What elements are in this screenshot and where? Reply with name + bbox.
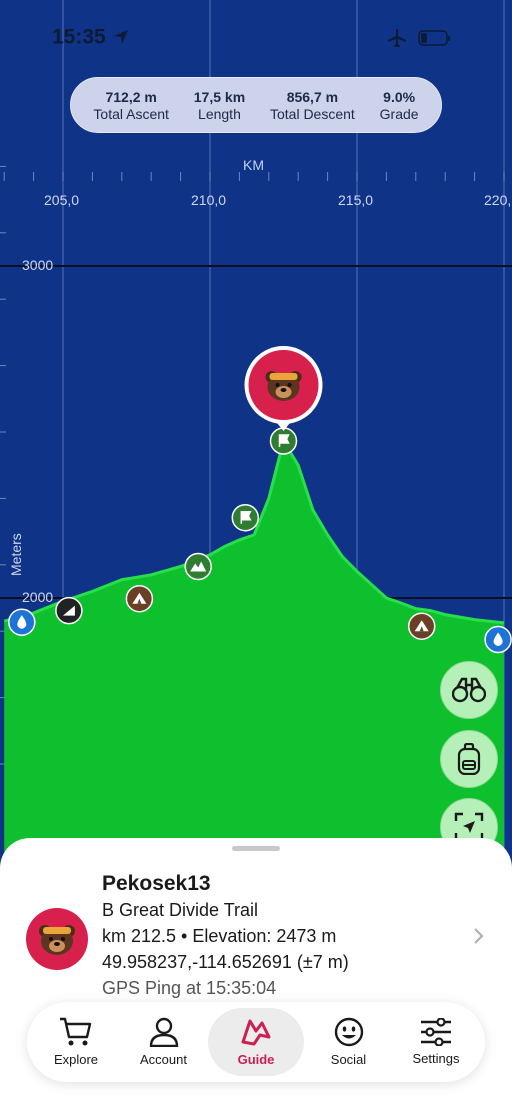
cart-icon <box>60 1017 92 1046</box>
x-axis-title: KM <box>243 157 264 173</box>
waypoint-mountain-marker[interactable] <box>184 552 212 581</box>
binoculars-button[interactable] <box>440 661 498 719</box>
gps-coordinates: 49.958237,-114.652691 (±7 m) <box>102 952 349 972</box>
waypoint-water-marker[interactable] <box>8 608 36 636</box>
sheet-drag-handle[interactable] <box>232 846 280 851</box>
waypoint-campsite-marker[interactable] <box>125 584 154 613</box>
chevron-right-icon[interactable] <box>472 926 486 946</box>
location-arrow-icon <box>113 30 128 45</box>
waypoint-flag-marker[interactable] <box>231 503 260 532</box>
hiker-name: Pekosek13 <box>102 872 211 895</box>
smiley-icon <box>334 1017 363 1047</box>
binoculars-icon <box>452 677 486 703</box>
km-elevation: km 212.5 • Elevation: 2473 m <box>102 926 337 946</box>
person-icon <box>149 1017 178 1047</box>
tab-bar: Explore Account Guide Social Settings <box>27 1002 485 1082</box>
backpack-button[interactable] <box>440 730 498 788</box>
backpack-icon <box>457 743 481 775</box>
hiker-position-marker[interactable] <box>244 346 323 431</box>
status-icons <box>386 28 452 53</box>
waypoint-water-marker[interactable] <box>484 625 512 654</box>
waypoint-flag-marker[interactable] <box>269 427 298 455</box>
x-tick-label: 210,0 <box>191 192 227 208</box>
tab-social[interactable]: Social <box>306 1008 392 1076</box>
hiker-info: Pekosek13 B Great Divide Trail km 212.5 … <box>102 872 349 1003</box>
x-tick-label: 205,0 <box>44 192 80 208</box>
tab-explore[interactable]: Explore <box>33 1008 119 1076</box>
stat-total-ascent: 712,2 m Total Ascent <box>93 88 169 122</box>
tab-settings[interactable]: Settings <box>393 1008 479 1076</box>
stat-total-descent: 856,7 m Total Descent <box>269 88 355 122</box>
hiker-bottom-sheet[interactable]: Pekosek13 B Great Divide Trail km 212.5 … <box>0 838 512 1110</box>
y-axis-title: Meters <box>8 533 24 576</box>
y-tick-label: 2000 <box>22 589 54 605</box>
status-time: 15:35 <box>52 25 130 49</box>
route-stats-pill: 712,2 m Total Ascent 17,5 km Length 856,7 … <box>70 77 442 133</box>
x-tick-label: 220, <box>484 192 512 208</box>
waypoint-campsite-marker[interactable] <box>407 612 436 640</box>
sliders-icon <box>421 1018 451 1046</box>
airplane-icon <box>388 29 406 47</box>
battery-icon <box>418 30 450 46</box>
tab-account[interactable]: Account <box>121 1008 207 1076</box>
gps-ping-time: GPS Ping at 15:35:04 <box>102 978 277 998</box>
bear-icon <box>39 925 75 955</box>
stat-length: 17,5 km Length <box>193 88 246 122</box>
tab-guide[interactable]: Guide <box>208 1008 304 1076</box>
waypoint-trailhead-marker[interactable] <box>55 596 83 625</box>
x-tick-label: 215,0 <box>338 192 374 208</box>
trail-name: B Great Divide Trail <box>102 900 259 920</box>
stat-grade: 9.0% Grade <box>379 88 419 122</box>
hiker-avatar[interactable] <box>26 908 88 970</box>
guide-icon <box>241 1019 271 1046</box>
y-tick-label: 3000 <box>22 257 54 273</box>
